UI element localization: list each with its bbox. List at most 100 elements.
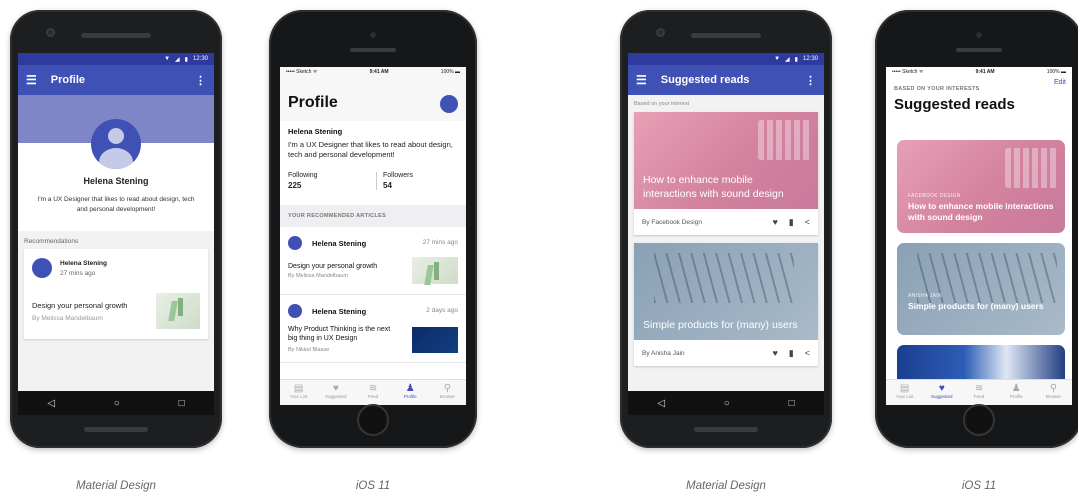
- heart-icon[interactable]: ♥: [772, 348, 777, 359]
- list-item[interactable]: Helena Stening 27 mins ago Design your p…: [280, 227, 466, 295]
- avatar[interactable]: [91, 119, 141, 169]
- menu-icon[interactable]: ☰: [636, 73, 647, 87]
- card-actions: ♥ ▮ <: [772, 217, 810, 228]
- heart-icon[interactable]: ♥: [772, 217, 777, 228]
- item-time: 2 days ago: [426, 307, 458, 314]
- status-time: 9:41 AM: [975, 69, 995, 75]
- section-kicker: BASED ON YOUR INTERESTS: [894, 86, 980, 92]
- menu-icon[interactable]: ☰: [26, 73, 37, 87]
- speaker: [691, 33, 761, 38]
- share-icon[interactable]: <: [805, 348, 810, 359]
- tab-your-list[interactable]: ▤ Your List: [280, 380, 317, 405]
- article-caption: How to enhance mobile interactions with …: [908, 201, 1054, 223]
- tab-feed[interactable]: ≋ Feed: [960, 380, 997, 405]
- article-source: By Facebook Design: [642, 218, 702, 226]
- bookmark-icon[interactable]: ▮: [789, 217, 794, 228]
- feed-icon: ≋: [974, 383, 984, 394]
- tab-your-list[interactable]: ▤ Your List: [886, 380, 923, 405]
- following-label: Following: [288, 172, 318, 179]
- tab-feed[interactable]: ≋ Feed: [354, 380, 391, 405]
- item-byline: By Melissa Mandelbaum: [288, 273, 348, 279]
- tab-suggested[interactable]: ♥ Suggested: [923, 380, 960, 405]
- followers-value: 54: [383, 181, 392, 190]
- person-icon: ♟: [405, 383, 415, 394]
- avatar[interactable]: [440, 95, 458, 113]
- following-stat[interactable]: Following 225: [288, 172, 376, 190]
- section-label: Recommendations: [24, 238, 79, 245]
- screen: ▼ ◢ ▮ 12:30 ☰ Profile ⋮ Helena Stening I…: [18, 53, 214, 415]
- signal-icon: ◢: [175, 56, 180, 63]
- article-caption: Simple products for (many) users: [908, 301, 1044, 311]
- tab-label: Feed: [367, 394, 379, 399]
- avatar: [32, 258, 52, 278]
- app-bar-title: Profile: [50, 74, 85, 86]
- tab-profile[interactable]: ♟ Profile: [392, 380, 429, 405]
- tab-label: Your List: [289, 394, 308, 399]
- back-icon[interactable]: ◁: [47, 398, 55, 409]
- app-bar: ☰ Suggested reads ⋮: [628, 65, 824, 95]
- bookmark-icon[interactable]: ▮: [789, 348, 794, 359]
- card-footer: By Facebook Design ♥ ▮ <: [634, 209, 818, 235]
- heart-icon: ♥: [938, 383, 945, 394]
- recents-icon[interactable]: □: [789, 398, 795, 409]
- tab-label: Profile: [1009, 394, 1023, 399]
- caption-ios: iOS 11: [355, 480, 391, 492]
- tab-label: Profile: [403, 394, 417, 399]
- article-card[interactable]: How to enhance mobile interactions with …: [634, 112, 818, 235]
- overflow-menu-icon[interactable]: ⋮: [805, 74, 816, 87]
- tab-profile[interactable]: ♟ Profile: [998, 380, 1035, 405]
- page-title: Suggested reads: [894, 96, 1015, 113]
- share-icon[interactable]: <: [805, 217, 810, 228]
- search-icon: ⚲: [1049, 383, 1058, 394]
- article-card[interactable]: ANISHA JAIN Simple products for (many) u…: [897, 243, 1065, 335]
- recommendation-card[interactable]: Helena Stening 27 mins ago Design your p…: [24, 249, 208, 339]
- home-button[interactable]: [963, 404, 995, 436]
- article-source: By Anisha Jain: [642, 349, 685, 357]
- camera: [370, 32, 376, 38]
- tab-browse[interactable]: ⚲ Browse: [429, 380, 466, 405]
- home-button[interactable]: [357, 404, 389, 436]
- list-icon: ▤: [293, 383, 304, 394]
- app-bar-title: Suggested reads: [660, 74, 750, 86]
- page-title: Profile: [288, 94, 338, 111]
- section-label: Based on your interest: [634, 101, 690, 107]
- recents-icon[interactable]: □: [179, 398, 185, 409]
- followers-stat[interactable]: Followers 54: [376, 172, 456, 190]
- home-icon[interactable]: ○: [114, 398, 120, 409]
- tab-label: Suggested: [325, 394, 347, 399]
- wifi-icon: ▼: [774, 56, 781, 62]
- item-byline: By Nikkel Blaase: [288, 347, 330, 353]
- caption-material: Material Design: [76, 480, 156, 492]
- tab-browse[interactable]: ⚲ Browse: [1035, 380, 1072, 405]
- article-source: ANISHA JAIN: [908, 293, 942, 299]
- status-time: 12:30: [802, 56, 818, 62]
- tab-bar: ▤ Your List ♥ Suggested ≋ Feed ♟ Profile ⚲ Br…: [280, 379, 466, 405]
- followers-label: Followers: [383, 172, 413, 179]
- list-item[interactable]: Helena Stening 2 days ago Why Product Th…: [280, 295, 466, 363]
- carrier: ••••• Sketch ᯤ: [286, 69, 318, 75]
- home-icon[interactable]: ○: [724, 398, 730, 409]
- profile-header: Helena Stening I'm a UX Designer that li…: [18, 119, 214, 231]
- back-icon[interactable]: ◁: [657, 398, 665, 409]
- article-card[interactable]: FACEBOOK DESIGN How to enhance mobile in…: [897, 140, 1065, 233]
- carrier: ••••• Sketch ᯤ: [892, 69, 924, 75]
- speaker: [81, 33, 151, 38]
- speaker: [956, 48, 1002, 52]
- edit-button[interactable]: Edit: [1054, 79, 1066, 86]
- article-caption: Simple products for (many) users: [643, 318, 798, 331]
- article-caption: How to enhance mobile interactions with …: [643, 173, 784, 200]
- caption-ios: iOS 11: [961, 480, 997, 492]
- article-image: How to enhance mobile interactions with …: [634, 112, 818, 209]
- status-bar: ▼ ◢ ▮ 12:30: [628, 53, 824, 65]
- article-card[interactable]: Simple products for (many) users By Anis…: [634, 243, 818, 366]
- article-thumbnail: [412, 327, 458, 353]
- overflow-menu-icon[interactable]: ⋮: [195, 74, 206, 87]
- comparison-stage: ▼ ◢ ▮ 12:30 ☰ Profile ⋮ Helena Stening I…: [0, 0, 1078, 497]
- item-title: Design your personal growth: [288, 263, 378, 270]
- caption-material: Material Design: [686, 480, 766, 492]
- app-bar: ☰ Profile ⋮: [18, 65, 214, 95]
- profile-info: Helena Stening I'm a UX Designer that li…: [280, 121, 466, 205]
- tab-suggested[interactable]: ♥ Suggested: [317, 380, 354, 405]
- following-value: 225: [288, 181, 302, 190]
- signal-icon: ◢: [785, 56, 790, 63]
